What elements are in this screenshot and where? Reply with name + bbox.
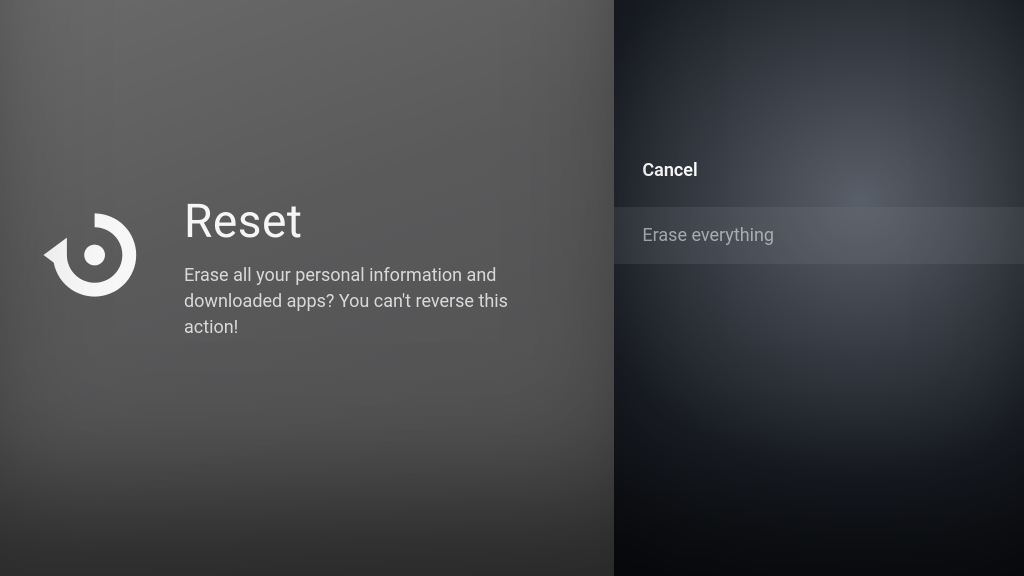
- page-description: Erase all your personal information and …: [184, 263, 544, 341]
- page-title: Reset: [184, 195, 544, 249]
- info-panel: Reset Erase all your personal informatio…: [0, 0, 614, 576]
- cancel-button[interactable]: Cancel: [614, 142, 1024, 199]
- erase-everything-button[interactable]: Erase everything: [614, 207, 1024, 264]
- options-panel: Cancel Erase everything: [614, 0, 1024, 576]
- reset-icon: [40, 203, 144, 307]
